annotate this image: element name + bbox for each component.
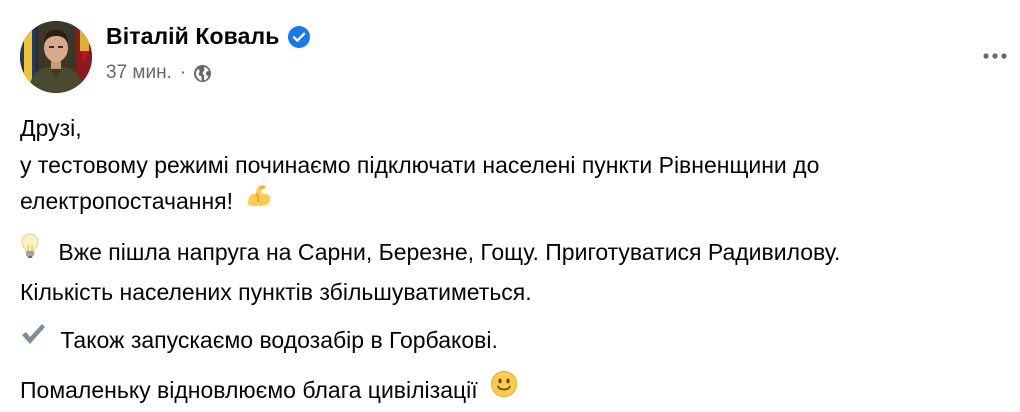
facebook-post: Віталій Коваль 37 мин. · Друзі, у тестов… [0,0,1020,412]
message-text: Помаленьку відновлюємо блага цивілізації [20,377,478,404]
check-mark-emoji [20,321,46,358]
avatar-photo [20,21,92,93]
message-line: Вже пішла напруга на Сарни, Березне, Гощ… [20,232,1000,273]
message-paragraph-1: Друзі, у тестовому режимі починаємо підк… [20,110,1000,222]
message-text: Також запускаємо водозабір в Горбакові. [60,327,498,354]
author-avatar[interactable] [20,21,92,93]
more-options-button[interactable] [977,42,1013,70]
message-paragraph-3: Також запускаємо водозабір в Горбакові. [20,322,1000,360]
flexed-biceps-emoji [245,181,273,220]
more-options-icon [983,53,1007,59]
author-name-link[interactable]: Віталій Коваль [106,23,279,50]
message-paragraph-4: Помаленьку відновлюємо блага цивілізації [20,370,1000,411]
message-text: Вже пішла напруга на Сарни, Березне, Гощ… [58,239,841,266]
message-line: у тестовому режимі починаємо підключати … [20,151,820,178]
smiling-face-emoji [490,370,518,409]
author-header: Віталій Коваль [106,23,311,50]
post-meta: 37 мин. · [106,62,212,84]
post-message: Друзі, у тестовому режимі починаємо підк… [20,110,1000,412]
meta-separator: · [179,62,187,83]
message-paragraph-2: Вже пішла напруга на Сарни, Березне, Гощ… [20,232,1000,310]
light-bulb-emoji [20,232,40,271]
message-line: електропостачання! [20,183,1000,222]
message-text: електропостачання! [20,188,234,215]
globe-icon[interactable] [193,64,212,83]
verified-badge-icon [288,25,311,48]
message-line: Друзі, [20,115,82,141]
message-line: Кількість населених пунктів збільшуватим… [20,278,532,305]
post-timestamp-link[interactable]: 37 мин. [106,62,172,84]
message-line: Помаленьку відновлюємо блага цивілізації [20,370,1000,411]
message-line: Також запускаємо водозабір в Горбакові. [20,322,1000,360]
